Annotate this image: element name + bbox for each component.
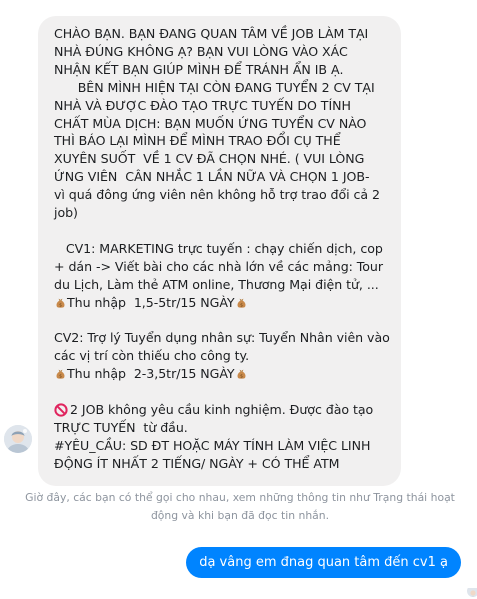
message-line: NHÀ ĐÚNG KHÔNG Ạ? BẠN VUI LÒNG VÀO XÁC <box>54 43 348 59</box>
message-line: CHÀO BẠN. BẠN ĐANG QUAN TÂM VỀ JOB LÀM T… <box>54 26 369 41</box>
message-line: job) <box>54 205 78 221</box>
message-line: du Lịch, Làm thẻ ATM online, Thương Mại … <box>54 276 379 292</box>
message-line: XUYÊN SUỐT VỀ 1 CV ĐÃ CHỌN NHÉ. ( VUI LÒ… <box>54 151 365 167</box>
message-line: NHẬN KẾT BẠN GIÚP MÌNH ĐỂ TRÁNH ẨN IB Ạ. <box>54 61 344 77</box>
message-line: #YÊU_CẦU: SD ĐT HOẶC MÁY TÍNH LÀM VIỆC L… <box>54 437 371 453</box>
message-line: các vị trí còn thiếu cho công ty. <box>54 348 250 364</box>
sender-avatar-image <box>4 425 32 453</box>
message-line: ỨNG VIÊN CÂN NHẮC 1 LẦN NỮA VÀ CHỌN 1 JO… <box>54 169 370 185</box>
seen-avatar-image <box>467 588 477 597</box>
message-line: + dán -> Viết bài cho các nhà lớn về các… <box>54 258 383 274</box>
message-line: CV1: MARKETING trực tuyến : chạy chiến d… <box>54 240 383 256</box>
money-bag-icon: $ <box>56 369 65 379</box>
message-line: vì quá đông ứng viên nên không hỗ trợ tr… <box>54 187 381 203</box>
message-line: BÊN MÌNH HIỆN TẠI CÒN ĐANG TUYỂN 2 CV TẠ… <box>54 79 375 95</box>
cv2-income-line: $ Thu nhập 2-3,5tr/15 NGÀY $ <box>54 365 391 383</box>
message-line: TRỰC TUYẾN từ đầu. <box>54 419 188 435</box>
money-bag-icon: $ <box>237 369 246 379</box>
svg-text:$: $ <box>59 373 62 379</box>
money-bag-icon: $ <box>237 298 246 308</box>
money-bag-icon: $ <box>56 298 65 308</box>
no-entry-icon <box>54 403 68 417</box>
svg-text:$: $ <box>240 302 243 308</box>
svg-text:$: $ <box>59 302 62 308</box>
system-notice: Giờ đây, các bạn có thể gọi cho nhau, xe… <box>20 489 460 524</box>
message-line: CHẤT MÙA DỊCH: BẠN MUỐN ỨNG TUYỂN CV NÀO <box>54 115 367 131</box>
message-line: THÌ BÁO LẠI MÌNH ĐỂ MÌNH TRAO ĐỔI CỤ THỂ <box>54 133 341 149</box>
sender-avatar[interactable] <box>4 425 32 453</box>
cv1-income-line: $ Thu nhập 1,5-5tr/15 NGÀY $ <box>54 294 391 312</box>
svg-text:$: $ <box>240 373 243 379</box>
outgoing-message-bubble[interactable]: dạ vâng em đnag quan tâm đến cv1 ạ <box>186 547 461 578</box>
cv2-income-text: Thu nhập 2-3,5tr/15 NGÀY <box>67 366 235 382</box>
system-notice-line: Giờ đây, các bạn có thể gọi cho nhau, xe… <box>25 491 455 504</box>
requirements-first-line: 2 JOB không yêu cầu kinh nghiệm. Được đà… <box>54 401 391 419</box>
system-notice-line: động và khi bạn đã đọc tin nhắn. <box>150 508 330 522</box>
cv1-income-text: Thu nhập 1,5-5tr/15 NGÀY <box>67 294 235 310</box>
seen-indicator-avatar <box>467 585 477 597</box>
message-line: CV2: Trợ lý Tuyển dụng nhân sự: Tuyển Nh… <box>54 330 390 346</box>
requirements-text: 2 JOB không yêu cầu kinh nghiệm. Được đà… <box>70 401 374 417</box>
message-line: NHÀ VÀ ĐƯỢC ĐÀO TẠO TRỰC TUYẾN DO TÍNH <box>54 97 351 113</box>
message-line: ĐỘNG ÍT NHẤT 2 TIẾNG/ NGÀY + CÓ THỂ ATM <box>54 455 340 471</box>
chat-thread: CHÀO BẠN. BẠN ĐANG QUAN TÂM VỀ JOB LÀM T… <box>0 0 477 599</box>
incoming-message-bubble[interactable]: CHÀO BẠN. BẠN ĐANG QUAN TÂM VỀ JOB LÀM T… <box>38 16 401 486</box>
